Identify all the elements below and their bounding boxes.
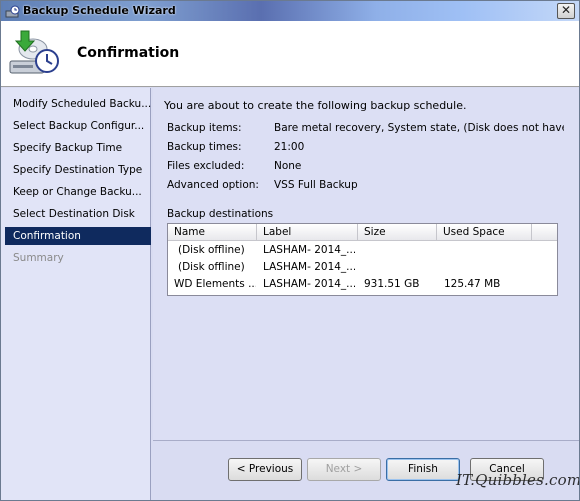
step-confirmation[interactable]: Confirmation	[5, 227, 151, 245]
step-select-backup-configuration[interactable]: Select Backup Configur...	[5, 117, 151, 135]
destinations-table[interactable]: Name Label Size Used Space (Disk offline…	[167, 223, 558, 296]
wizard-window: Backup Schedule Wizard ✕ Confirmation Mo…	[0, 0, 580, 501]
cell-used-space	[444, 242, 532, 259]
finish-button[interactable]: Finish	[386, 458, 460, 481]
cell-used-space: 125.47 MB	[444, 278, 501, 290]
backup-times-label: Backup times:	[167, 141, 242, 153]
backup-times-value: 21:00	[274, 141, 305, 153]
intro-text: You are about to create the following ba…	[164, 99, 467, 112]
step-summary: Summary	[13, 252, 64, 264]
files-excluded-value: None	[274, 160, 302, 172]
cell-size	[364, 259, 436, 276]
column-header-used-space[interactable]: Used Space	[437, 224, 532, 241]
column-header-name[interactable]: Name	[168, 224, 257, 241]
close-button[interactable]: ✕	[557, 3, 575, 19]
cell-label: LASHAM- 2014_...	[263, 261, 355, 273]
cell-label: LASHAM- 2014_...	[263, 278, 355, 290]
files-excluded-label: Files excluded:	[167, 160, 245, 172]
title-bar[interactable]: Backup Schedule Wizard ✕	[1, 1, 579, 21]
table-row[interactable]: (Disk offline) LASHAM- 2014_...	[168, 242, 557, 259]
backup-items-label: Backup items:	[167, 122, 242, 134]
cell-size: 931.51 GB	[364, 278, 420, 290]
cell-name: WD Elements ...	[174, 278, 256, 290]
watermark: IT.Quibbles.com	[456, 471, 580, 489]
column-header-label[interactable]: Label	[257, 224, 358, 241]
confirmation-panel: You are about to create the following ba…	[153, 88, 579, 440]
cell-used-space	[444, 259, 532, 276]
cell-name: (Disk offline)	[178, 261, 245, 273]
cell-name: (Disk offline)	[178, 244, 245, 256]
window-title: Backup Schedule Wizard	[23, 4, 176, 17]
table-row[interactable]: WD Elements ... LASHAM- 2014_... 931.51 …	[168, 276, 557, 293]
advanced-option-value: VSS Full Backup	[274, 179, 358, 191]
table-row[interactable]: (Disk offline) LASHAM- 2014_...	[168, 259, 557, 276]
step-specify-backup-time[interactable]: Specify Backup Time	[5, 139, 151, 157]
step-select-destination-disk[interactable]: Select Destination Disk	[5, 205, 151, 223]
step-specify-destination-type[interactable]: Specify Destination Type	[5, 161, 151, 179]
backup-schedule-icon	[9, 30, 59, 74]
table-header: Name Label Size Used Space	[168, 224, 557, 241]
cell-size	[364, 242, 436, 259]
wizard-steps: Modify Scheduled Backu... Select Backup …	[1, 88, 151, 500]
footer-divider	[153, 440, 579, 441]
next-button[interactable]: Next >	[307, 458, 381, 481]
wizard-header: Confirmation	[1, 21, 579, 87]
backup-destinations-label: Backup destinations	[167, 208, 274, 220]
step-keep-or-change-backup[interactable]: Keep or Change Backu...	[5, 183, 151, 201]
step-modify-scheduled-backup[interactable]: Modify Scheduled Backu...	[5, 95, 151, 113]
backup-items-value: Bare metal recovery, System state, (Disk…	[274, 122, 564, 134]
backup-icon	[5, 5, 20, 18]
previous-button[interactable]: < Previous	[228, 458, 302, 481]
advanced-option-label: Advanced option:	[167, 179, 259, 191]
cell-label: LASHAM- 2014_...	[263, 244, 355, 256]
column-header-size[interactable]: Size	[358, 224, 437, 241]
page-title: Confirmation	[77, 45, 180, 61]
